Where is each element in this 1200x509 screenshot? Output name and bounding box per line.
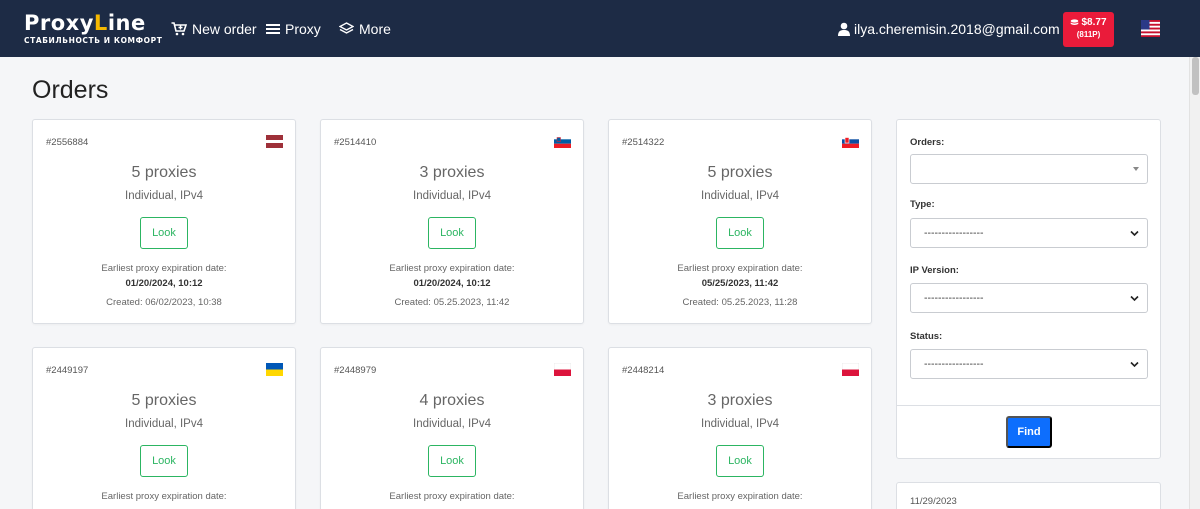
proxy-type: Individual, IPv4 (125, 190, 203, 202)
expiration-label: Earliest proxy expiration date: (389, 263, 515, 274)
look-button[interactable]: Look (428, 445, 476, 477)
ip-version-filter-select[interactable]: ----------------- (910, 283, 1148, 313)
latvia-flag-icon (266, 135, 283, 148)
proxy-type: Individual, IPv4 (413, 190, 491, 202)
order-card: #2556884 5 proxies Individual, IPv4 Look… (32, 119, 296, 324)
logo-tagline: СТАБИЛЬНОСТЬ И КОМФОРТ (24, 36, 163, 45)
balance-badge[interactable]: $8.77 (811P) (1063, 12, 1114, 47)
nav-more[interactable]: More (339, 19, 391, 39)
expiration-label: Earliest proxy expiration date: (677, 491, 803, 502)
orders-filter-select[interactable] (910, 154, 1148, 184)
slovakia-flag-icon (842, 135, 859, 148)
balance-ip-count: (811P) (1076, 30, 1101, 39)
type-filter-label: Type: (910, 199, 935, 210)
expiration-date: 05/25/2023, 11:42 (701, 278, 779, 289)
order-card: #2449197 5 proxies Individual, IPv4 Look… (32, 347, 296, 509)
proxy-type: Individual, IPv4 (125, 418, 203, 430)
user-account[interactable]: ilya.cheremisin.2018@gmail.com (838, 19, 1060, 39)
proxy-count: 4 proxies (419, 392, 485, 409)
order-card: #2448979 4 proxies Individual, IPv4 Look… (320, 347, 584, 509)
top-navbar: ProxyLine СТАБИЛЬНОСТЬ И КОМФОРТ New ord… (0, 0, 1200, 57)
find-button[interactable]: Find (1006, 416, 1052, 448)
nav-more-label: More (359, 21, 391, 37)
scrollbar-thumb[interactable] (1192, 57, 1199, 95)
ukraine-flag-icon (266, 363, 283, 376)
cart-plus-icon (171, 22, 187, 36)
type-filter-select[interactable]: ----------------- (910, 218, 1148, 248)
chevron-down-icon (1130, 230, 1139, 237)
filter-panel: Orders: Type: ----------------- IP Versi… (896, 119, 1161, 459)
chevron-down-icon (1130, 361, 1139, 368)
user-email: ilya.cheremisin.2018@gmail.com (854, 21, 1060, 37)
nav-new-order-label: New order (192, 21, 257, 37)
expiration-date: 01/20/2024, 10:12 (413, 278, 491, 289)
slovenia-flag-icon (554, 135, 571, 148)
page-scrollbar[interactable] (1189, 57, 1200, 509)
page-title: Orders (32, 76, 109, 104)
logo[interactable]: ProxyLine СТАБИЛЬНОСТЬ И КОМФОРТ (24, 12, 162, 45)
proxy-type: Individual, IPv4 (413, 418, 491, 430)
order-id: #2449197 (46, 365, 89, 376)
look-button[interactable]: Look (716, 445, 764, 477)
look-button[interactable]: Look (140, 217, 188, 249)
proxy-count: 3 proxies (707, 392, 773, 409)
poland-flag-icon (842, 363, 859, 376)
created-date: Created: 05.25.2023, 11:28 (682, 297, 798, 308)
status-filter-select[interactable]: ----------------- (910, 349, 1148, 379)
order-card: #2514410 3 proxies Individual, IPv4 Look… (320, 119, 584, 324)
order-id: #2514410 (334, 137, 377, 148)
coins-icon (1071, 18, 1079, 25)
expiration-label: Earliest proxy expiration date: (101, 263, 227, 274)
proxy-count: 3 proxies (419, 164, 485, 181)
history-date: 11/29/2023 (910, 496, 957, 507)
divider (897, 405, 1160, 406)
user-icon (838, 22, 850, 36)
created-date: Created: 06/02/2023, 10:38 (106, 297, 222, 308)
list-icon (266, 24, 280, 34)
order-id: #2514322 (622, 137, 665, 148)
nav-proxy-label: Proxy (285, 21, 321, 37)
created-date: Created: 05.25.2023, 11:42 (394, 297, 510, 308)
orders-filter-label: Orders: (910, 137, 945, 148)
nav-proxy[interactable]: Proxy (266, 19, 321, 39)
layers-icon (339, 22, 354, 34)
ip-version-filter-label: IP Version: (910, 265, 959, 276)
balance-amount: $8.77 (1063, 17, 1114, 28)
status-filter-label: Status: (910, 331, 943, 342)
order-card: #2514322 5 proxies Individual, IPv4 Look… (608, 119, 872, 324)
order-id: #2448979 (334, 365, 377, 376)
caret-down-icon (1133, 167, 1139, 171)
poland-flag-icon (554, 363, 571, 376)
proxy-count: 5 proxies (131, 164, 197, 181)
expiration-date: 01/20/2024, 10:12 (125, 278, 203, 289)
expiration-label: Earliest proxy expiration date: (101, 491, 227, 502)
look-button[interactable]: Look (428, 217, 476, 249)
history-card: 11/29/2023 (896, 482, 1161, 509)
proxy-type: Individual, IPv4 (701, 190, 779, 202)
proxy-count: 5 proxies (707, 164, 773, 181)
proxy-count: 5 proxies (131, 392, 197, 409)
us-flag-icon[interactable] (1141, 20, 1160, 37)
order-card: #2448214 3 proxies Individual, IPv4 Look… (608, 347, 872, 509)
nav-new-order[interactable]: New order (171, 19, 257, 39)
order-id: #2556884 (46, 137, 89, 148)
look-button[interactable]: Look (716, 217, 764, 249)
look-button[interactable]: Look (140, 445, 188, 477)
expiration-label: Earliest proxy expiration date: (389, 491, 515, 502)
order-id: #2448214 (622, 365, 665, 376)
proxy-type: Individual, IPv4 (701, 418, 779, 430)
chevron-down-icon (1130, 295, 1139, 302)
expiration-label: Earliest proxy expiration date: (677, 263, 803, 274)
logo-text: ProxyLine (24, 11, 146, 35)
